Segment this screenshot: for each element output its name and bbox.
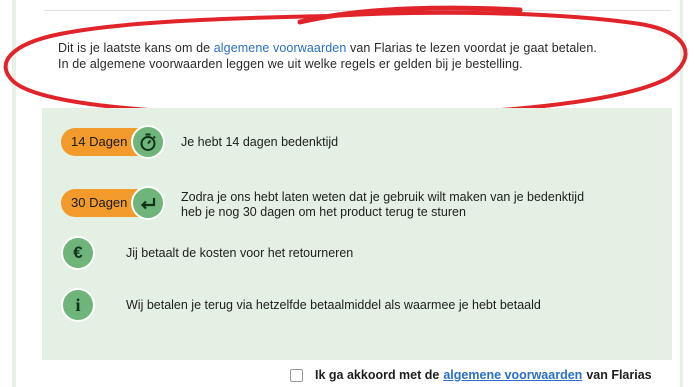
page-margin-right: [683, 0, 695, 387]
feature-text-line-2: heb je nog 30 dagen om het product terug…: [181, 205, 466, 219]
feature-text-terugbetaling: Wij betalen je terug via hetzelfde betaa…: [126, 298, 541, 312]
terms-link-consent[interactable]: algemene voorwaarden: [443, 368, 582, 382]
info-icon: i: [61, 288, 95, 322]
euro-icon: €: [61, 236, 95, 270]
page-margin-left: [0, 0, 12, 387]
feature-text-line-1: Zodra je ons hebt laten weten dat je geb…: [181, 190, 585, 204]
return-arrow-icon: [131, 186, 165, 220]
feature-text-kosten: Jij betaalt de kosten voor het retourner…: [126, 246, 354, 260]
terms-checkbox[interactable]: [290, 368, 303, 382]
notice-text-after: van Flarias te lezen voordat je gaat bet…: [349, 41, 597, 55]
feature-text-bedenktijd: Je hebt 14 dagen bedenktijd: [181, 135, 339, 149]
terms-link-notice[interactable]: algemene voorwaarden: [214, 41, 347, 55]
notice-text-before: Dit is je laatste kans om de: [58, 41, 211, 55]
terms-consent[interactable]: Ik ga akkoord met de algemene voorwaarde…: [290, 367, 652, 383]
notice-line-2: In de algemene voorwaarden leggen we uit…: [58, 57, 523, 71]
terms-notice-text: Dit is je laatste kans om de algemene vo…: [58, 40, 678, 72]
divider: [44, 10, 671, 11]
return-policy-box: 14 Dagen Je hebt 14 dagen bedenktijd 30 …: [42, 108, 672, 360]
stopwatch-icon: [131, 125, 165, 159]
consent-text-before: Ik ga akkoord met de: [315, 368, 440, 382]
consent-text-after: van Flarias: [586, 368, 652, 382]
feature-text-terugsturen: Zodra je ons hebt laten weten dat je geb…: [181, 190, 584, 220]
